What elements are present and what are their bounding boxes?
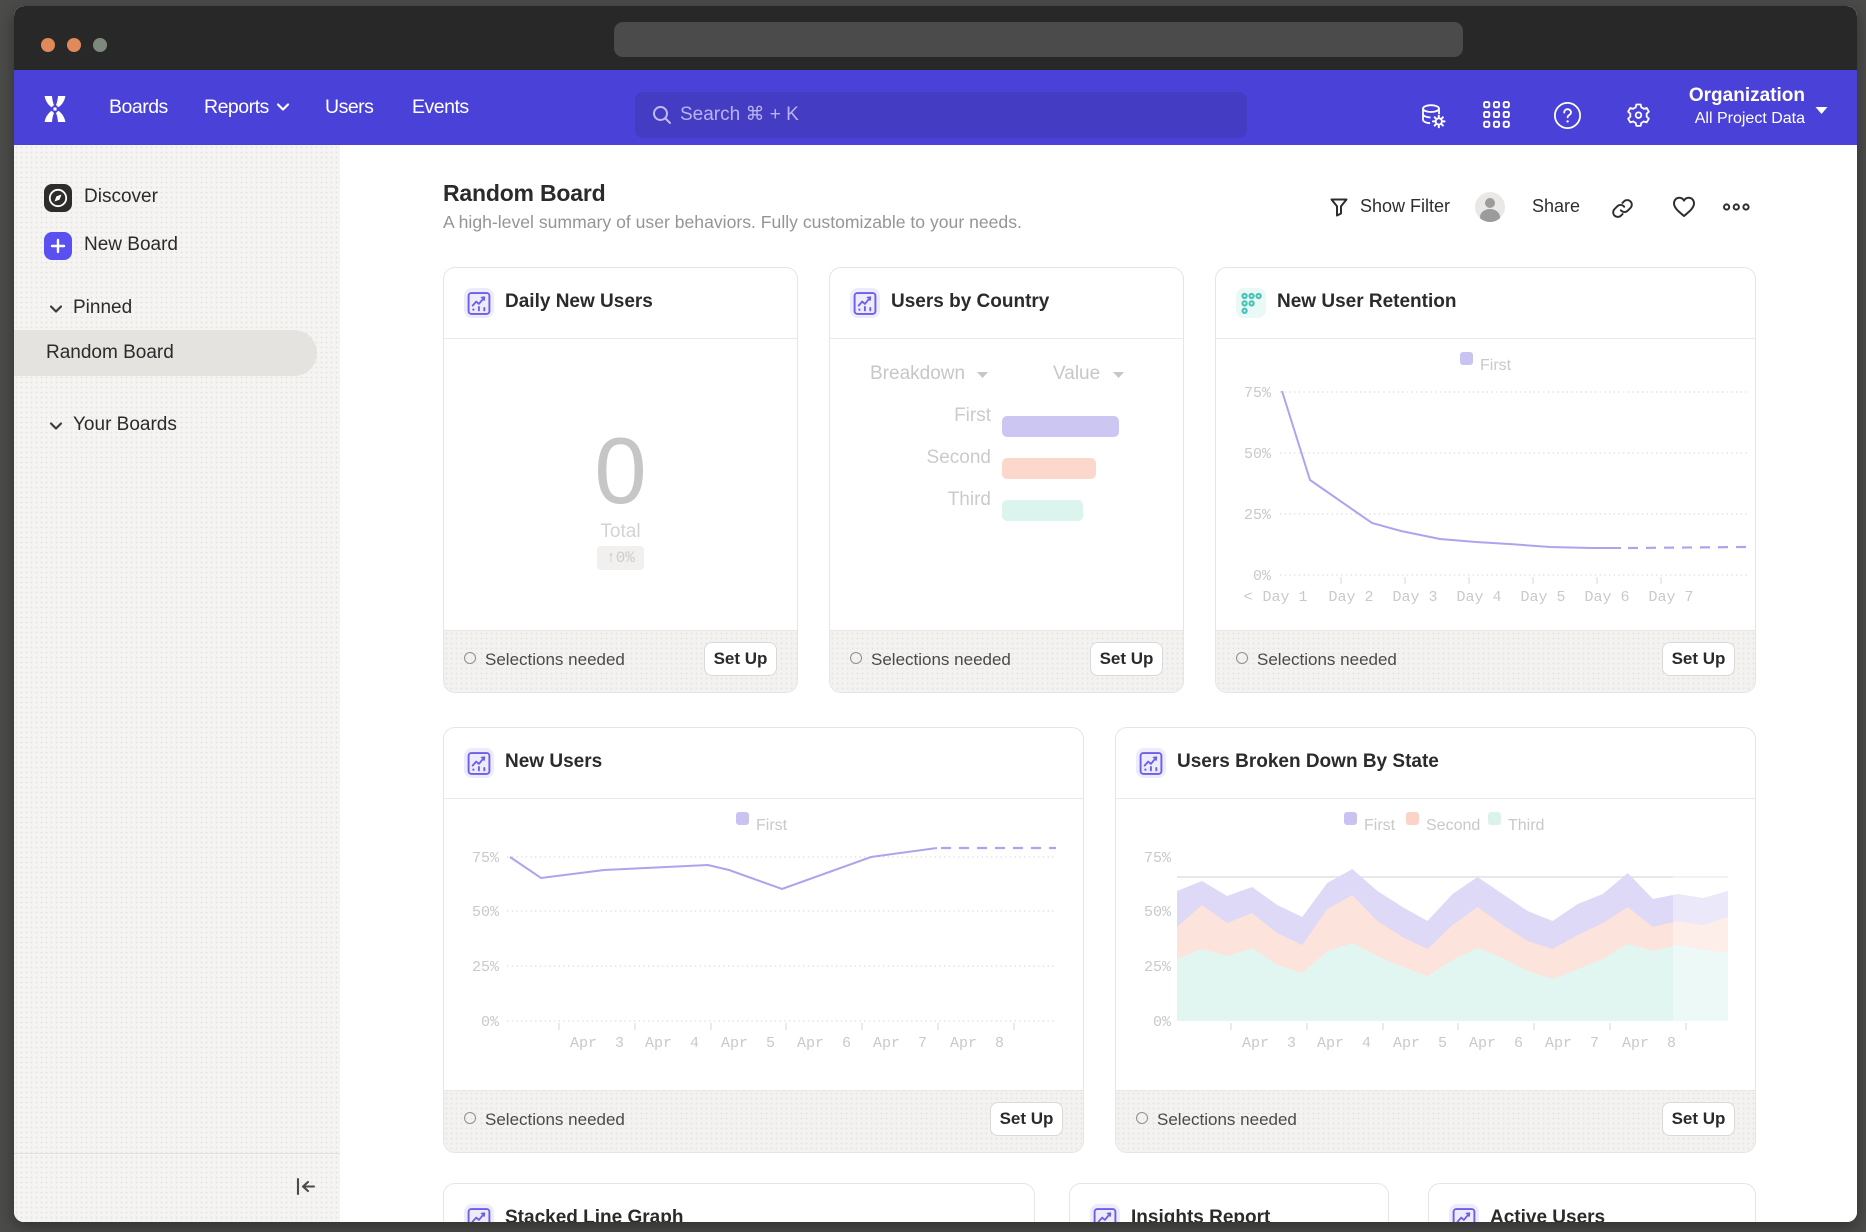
svg-text:25%: 25% xyxy=(472,959,500,976)
svg-text:Apr 5: Apr 5 xyxy=(721,1035,775,1052)
svg-text:75%: 75% xyxy=(472,850,500,867)
svg-text:Day 5: Day 5 xyxy=(1520,589,1565,606)
svg-text:75%: 75% xyxy=(1244,385,1272,402)
svg-text:50%: 50% xyxy=(1244,446,1272,463)
svg-text:Apr 3: Apr 3 xyxy=(1242,1035,1296,1052)
svg-text:First: First xyxy=(756,817,788,834)
svg-text:75%: 75% xyxy=(1144,850,1172,867)
svg-text:Day 1: Day 1 xyxy=(1262,589,1307,606)
svg-text:Third: Third xyxy=(1508,817,1544,834)
svg-text:0%: 0% xyxy=(481,1014,500,1031)
svg-text:25%: 25% xyxy=(1144,959,1172,976)
svg-text:Apr 3: Apr 3 xyxy=(570,1035,624,1052)
svg-text:Day 4: Day 4 xyxy=(1456,589,1501,606)
svg-text:Day 2: Day 2 xyxy=(1328,589,1373,606)
svg-text:Apr 6: Apr 6 xyxy=(797,1035,851,1052)
svg-text:<: < xyxy=(1243,589,1252,606)
svg-text:Apr 5: Apr 5 xyxy=(1393,1035,1447,1052)
svg-text:First: First xyxy=(1364,817,1396,834)
svg-text:Apr 7: Apr 7 xyxy=(1545,1035,1599,1052)
svg-text:Apr 4: Apr 4 xyxy=(645,1035,699,1052)
svg-text:Day 3: Day 3 xyxy=(1392,589,1437,606)
svg-text:25%: 25% xyxy=(1244,507,1272,524)
svg-text:50%: 50% xyxy=(1144,904,1172,921)
svg-text:Apr 7: Apr 7 xyxy=(873,1035,927,1052)
svg-text:0%: 0% xyxy=(1253,568,1272,585)
svg-text:0%: 0% xyxy=(1153,1014,1172,1031)
svg-text:Second: Second xyxy=(1426,817,1480,834)
svg-text:Apr 8: Apr 8 xyxy=(1622,1035,1676,1052)
svg-text:Day 7: Day 7 xyxy=(1648,589,1693,606)
svg-text:Apr 8: Apr 8 xyxy=(950,1035,1004,1052)
svg-text:Day 6: Day 6 xyxy=(1584,589,1629,606)
svg-text:Apr 4: Apr 4 xyxy=(1317,1035,1371,1052)
svg-text:50%: 50% xyxy=(472,904,500,921)
svg-text:Apr 6: Apr 6 xyxy=(1469,1035,1523,1052)
svg-text:First: First xyxy=(1480,357,1512,374)
